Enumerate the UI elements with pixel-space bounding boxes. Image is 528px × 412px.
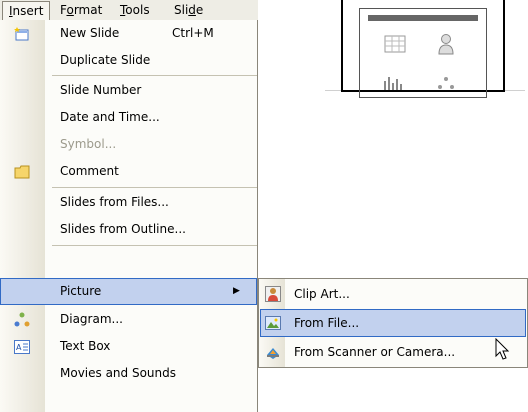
svg-text:A: A <box>16 343 22 352</box>
text-box-icon: A <box>14 340 30 354</box>
menu-format[interactable]: Format <box>54 1 110 19</box>
menu-item-label: New Slide <box>60 26 120 40</box>
submenu-item-from-scanner-or-camera[interactable]: From Scanner or Camera... <box>260 338 526 366</box>
menu-item-label: Picture <box>60 284 102 298</box>
diagram-icon <box>14 312 30 327</box>
menu-insert[interactable]: Insert <box>2 1 50 20</box>
mouse-pointer-icon <box>495 338 510 360</box>
diagram-placeholder-icon <box>438 77 454 89</box>
menu-tools-label: Tools <box>120 3 150 17</box>
menu-item-symbol: Symbol... <box>0 131 257 158</box>
menu-item-label: Text Box <box>60 339 111 353</box>
scanner-camera-icon <box>267 348 279 359</box>
clip-art-icon <box>265 286 281 302</box>
menu-item-slides-from-outline[interactable]: Slides from Outline... <box>0 216 257 243</box>
submenu-item-label: Clip Art... <box>294 287 350 301</box>
menu-slide-label: Slide <box>174 3 204 17</box>
menu-separator <box>52 245 257 246</box>
menu-item-slides-from-files[interactable]: Slides from Files... <box>0 189 257 216</box>
clipart-placeholder-icon <box>438 34 454 55</box>
menu-item-picture[interactable]: Picture ▶ <box>0 278 257 305</box>
menu-item-label: Slides from Files... <box>60 195 169 209</box>
menu-item-new-slide[interactable]: New Slide Ctrl+M <box>0 20 257 47</box>
menu-item-label: Diagram... <box>60 312 123 326</box>
menu-format-label: Format <box>60 3 103 17</box>
menu-item-label: Movies and Sounds <box>60 366 177 380</box>
submenu-item-from-file[interactable]: From File... <box>260 309 526 337</box>
new-slide-icon <box>14 27 29 41</box>
submenu-item-label: From File... <box>294 316 360 330</box>
layout-thumbnail[interactable] <box>341 0 505 98</box>
shortcut-text: Ctrl+M <box>172 26 214 40</box>
submenu-item-label: From Scanner or Camera... <box>294 345 456 359</box>
menu-item-label: Symbol... <box>60 137 117 151</box>
menu-item-label: Comment <box>60 164 119 178</box>
layout-thumbnail-inner <box>359 8 487 98</box>
from-file-icon <box>265 316 281 330</box>
menu-item-label: Slide Number <box>60 83 142 97</box>
menu-item-label: Date and Time... <box>60 110 160 124</box>
comment-icon <box>14 165 30 179</box>
title-placeholder-bar <box>368 15 478 21</box>
menu-item-duplicate-slide[interactable]: Duplicate Slide <box>0 47 257 74</box>
menu-item-movies-and-sounds[interactable]: Movies and Sounds <box>0 360 257 387</box>
menu-item-date-and-time[interactable]: Date and Time... <box>0 104 257 131</box>
chart-placeholder-icon <box>384 77 402 90</box>
menu-item-diagram[interactable]: Diagram... <box>0 306 257 333</box>
menu-separator <box>52 187 257 188</box>
menu-item-label: Slides from Outline... <box>60 222 186 236</box>
menu-item-comment[interactable]: Comment <box>0 158 257 185</box>
table-placeholder-icon <box>384 35 406 53</box>
menu-item-text-box[interactable]: A Text Box <box>0 333 257 360</box>
slide-layout-preview <box>325 0 525 98</box>
insert-menu-dropdown: New Slide Ctrl+M Duplicate Slide Slide N… <box>0 20 258 412</box>
menu-separator <box>52 75 257 76</box>
menu-slide-show[interactable]: Slide <box>168 1 218 19</box>
menu-item-slide-number[interactable]: Slide Number <box>0 77 257 104</box>
menu-item-label: Duplicate Slide <box>60 53 151 67</box>
menu-tools[interactable]: Tools <box>114 1 164 19</box>
menu-insert-label: Insert <box>9 4 44 18</box>
menu-bar: Insert Format Tools Slide <box>0 0 258 21</box>
submenu-item-clip-art[interactable]: Clip Art... <box>260 280 526 308</box>
picture-submenu: Clip Art... From File... From Scanner or… <box>258 278 528 368</box>
submenu-arrow-icon: ▶ <box>233 286 240 296</box>
